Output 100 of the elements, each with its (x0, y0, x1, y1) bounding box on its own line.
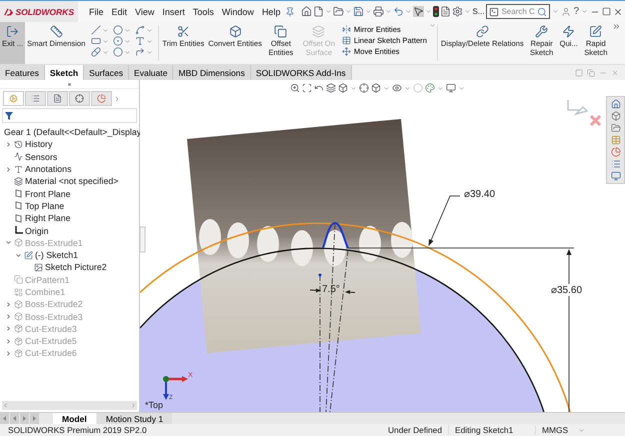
cube-icon[interactable] (610, 111, 620, 121)
scissors-icon[interactable] (176, 25, 190, 38)
home-icon[interactable] (301, 6, 312, 17)
caret-icon[interactable] (552, 8, 560, 15)
tree-item[interactable]: Annotations (25, 164, 72, 174)
print-icon[interactable] (373, 6, 384, 17)
caret-icon[interactable] (404, 84, 411, 92)
tree-item[interactable]: Top Plane (25, 200, 64, 211)
menu-item[interactable]: Help (258, 6, 284, 16)
tab[interactable]: Model (53, 413, 96, 424)
caret-icon[interactable] (365, 8, 372, 15)
ruler-icon[interactable] (50, 25, 63, 38)
chevron-icon[interactable] (113, 94, 121, 102)
mirror-icon[interactable] (342, 25, 351, 34)
menu-item[interactable]: Edit (108, 6, 130, 16)
caret-right-icon[interactable] (4, 166, 12, 173)
zoom-area-icon[interactable] (302, 83, 312, 93)
pie-icon[interactable] (610, 147, 620, 157)
exit-icon[interactable] (6, 25, 20, 38)
fillet-icon[interactable] (135, 47, 146, 57)
tab[interactable]: Features (0, 65, 45, 80)
pointer-icon[interactable] (413, 6, 424, 17)
tree-item[interactable]: Right Plane (25, 213, 70, 224)
caret-icon[interactable] (464, 8, 472, 15)
link-icon[interactable] (476, 25, 489, 38)
circle-icon[interactable] (113, 25, 124, 35)
toolbar-label[interactable]: S... (472, 7, 484, 16)
tree-item[interactable]: Material <not specified> (25, 176, 118, 186)
previous-view-icon[interactable] (314, 83, 324, 93)
copy-icon[interactable] (274, 25, 288, 38)
caret-icon[interactable] (385, 8, 392, 15)
menu-item[interactable]: Window (218, 6, 257, 16)
home-icon[interactable] (610, 99, 620, 109)
save-icon[interactable] (353, 6, 364, 17)
panel-tab[interactable] (69, 91, 90, 106)
eye-icon[interactable] (392, 83, 402, 93)
tab[interactable]: MBD Dimensions (173, 65, 251, 80)
help-button[interactable]: ? (573, 6, 580, 17)
move-icon[interactable] (342, 47, 351, 56)
caret-icon[interactable] (345, 8, 352, 15)
display-style-icon[interactable] (371, 83, 381, 93)
tab[interactable]: Evaluate (129, 65, 174, 80)
panel-tab[interactable] (91, 91, 112, 106)
menu-item[interactable]: File (86, 6, 107, 16)
file-icon[interactable] (313, 6, 324, 17)
search-bar[interactable]: Search C (486, 4, 550, 19)
cube-icon[interactable] (228, 25, 242, 38)
orientation-icon[interactable] (359, 83, 369, 93)
dimension-label[interactable]: ⌀39.40 (464, 188, 496, 200)
pen-icon[interactable] (589, 25, 602, 38)
chevron-icon[interactable] (612, 22, 621, 31)
folder-icon[interactable] (610, 123, 620, 133)
tree-item[interactable]: Gear 1 (Default<<Default>_Display (4, 127, 142, 138)
panel-tab[interactable] (47, 91, 68, 106)
tab[interactable]: SOLIDWORKS Add-Ins (250, 65, 352, 80)
search-icon[interactable] (537, 6, 548, 16)
caret-icon[interactable] (437, 84, 444, 92)
line-icon[interactable] (91, 25, 102, 35)
lightning-icon[interactable] (562, 25, 576, 38)
scroll-right-icon[interactable] (130, 402, 137, 409)
pin-icon[interactable] (285, 6, 296, 16)
grid-icon[interactable] (342, 36, 351, 45)
horizontal-scrollbar[interactable] (2, 401, 137, 410)
monitor-icon[interactable] (610, 171, 620, 181)
close-icon[interactable] (613, 6, 624, 16)
palette-icon[interactable] (425, 83, 435, 93)
folder-icon[interactable] (333, 6, 344, 17)
monitor-icon[interactable] (446, 83, 456, 93)
caret-icon[interactable] (458, 84, 465, 92)
tree-item[interactable]: History (25, 139, 52, 150)
caret-icon[interactable] (578, 426, 585, 434)
tree-item[interactable]: Origin (25, 226, 48, 236)
document-icon[interactable] (440, 6, 452, 17)
tree-item[interactable]: Sensors (25, 152, 58, 162)
menu-item[interactable]: Tools (190, 6, 217, 16)
tile-icon[interactable] (587, 68, 595, 76)
caret-icon[interactable] (405, 8, 412, 15)
text-icon[interactable] (135, 36, 146, 46)
cube-icon[interactable] (338, 83, 348, 93)
user-icon[interactable] (561, 6, 572, 16)
circle-dot-icon[interactable] (113, 36, 124, 46)
grid-icon[interactable] (610, 135, 620, 145)
caret-icon[interactable] (350, 84, 357, 92)
caret-icon[interactable] (383, 84, 390, 92)
slot-icon[interactable] (91, 47, 102, 57)
rectangle-icon[interactable] (91, 36, 102, 46)
spline-icon[interactable] (135, 25, 146, 35)
traffic-light-icon[interactable] (433, 6, 440, 17)
tab[interactable]: Motion Study 1 (96, 413, 172, 424)
caret-icon[interactable] (325, 8, 332, 15)
dimension-label[interactable]: ⌀35.60 (551, 284, 582, 296)
dimension-label[interactable]: 7.5° (322, 284, 340, 295)
menu-item[interactable]: View (132, 6, 158, 16)
undo-icon[interactable] (393, 6, 404, 17)
scroll-left-icon[interactable] (2, 402, 9, 409)
command-icon[interactable] (489, 6, 500, 16)
drag-handle[interactable] (68, 82, 71, 86)
section-view-icon[interactable] (326, 83, 336, 93)
tab[interactable]: Surfaces (84, 65, 130, 80)
wrench-icon[interactable] (535, 25, 548, 38)
